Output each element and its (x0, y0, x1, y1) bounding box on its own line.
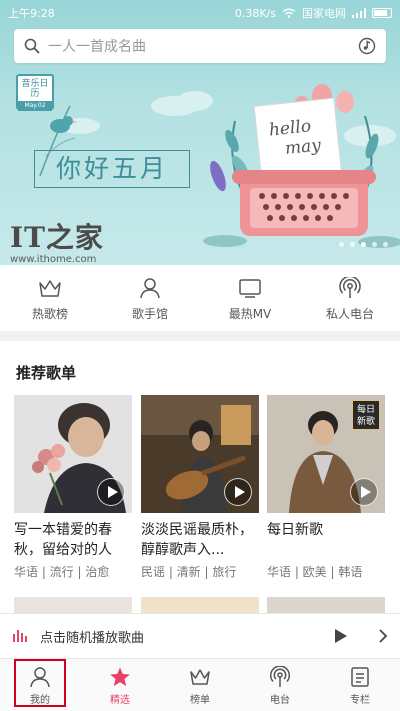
status-bar: 上午9:28 0.38K/s 国家电网 (0, 0, 400, 24)
playlist-cover (14, 395, 132, 513)
tab-label: 专栏 (350, 695, 370, 706)
music-recognize-icon[interactable] (358, 37, 376, 55)
signal-icon (352, 8, 366, 18)
tab-label: 电台 (270, 695, 290, 706)
playlist-cover: 每日新歌 (267, 395, 385, 513)
playlist-title: 写一本错爱的春秋，留给对的人 (14, 522, 112, 558)
playlist-cover (141, 395, 259, 513)
quick-nav-label: 热歌榜 (31, 307, 68, 321)
quick-nav-hot-mv[interactable]: 最热MV (200, 265, 300, 331)
playlist-card[interactable]: 写一本错爱的春秋，留给对的人 华语 | 流行 | 治愈 (14, 395, 132, 580)
quick-nav: 热歌榜 歌手馆 最热MV 私人电台 (0, 265, 400, 331)
calendar-label: 音乐日历 (21, 79, 49, 99)
playlist-tags: 华语 | 流行 | 治愈 (14, 565, 110, 579)
pager-dot (383, 242, 388, 247)
wifi-icon (282, 8, 296, 18)
radio-icon (339, 277, 361, 298)
tab-bar: 我的 精选 榜单 电台 专栏 (0, 658, 400, 711)
pager-dot (339, 242, 344, 247)
battery-icon (372, 8, 392, 18)
search-bar[interactable]: 一人一首成名曲 (14, 29, 386, 63)
quick-nav-label: 私人电台 (325, 307, 374, 321)
playlist-tags: 民谣 | 清新 | 旅行 (141, 565, 237, 579)
quick-nav-private-radio[interactable]: 私人电台 (300, 265, 400, 331)
person-icon (30, 667, 50, 688)
search-icon (24, 38, 40, 54)
radio-icon (269, 666, 291, 687)
quick-nav-label: 最热MV (228, 307, 272, 321)
play-icon[interactable] (97, 478, 125, 506)
tab-radio[interactable]: 电台 (240, 659, 320, 711)
status-time: 上午9:28 (8, 7, 55, 20)
star-icon (110, 667, 130, 686)
play-icon[interactable] (350, 478, 378, 506)
section-divider (0, 331, 400, 341)
playlist-title: 每日新歌 (267, 522, 323, 538)
tab-columns[interactable]: 专栏 (320, 659, 400, 711)
mini-player[interactable]: 点击随机播放歌曲 (0, 613, 400, 658)
pager-dot (372, 242, 377, 247)
tab-label: 榜单 (190, 695, 210, 706)
quick-nav-hot-songs[interactable]: 热歌榜 (0, 265, 100, 331)
tab-charts[interactable]: 榜单 (160, 659, 240, 711)
column-icon (351, 667, 369, 687)
pager-dot (350, 242, 355, 247)
banner-greeting: 你好五月 (34, 150, 190, 188)
playlist-card[interactable]: 淡淡民谣最质朴，醇醇歌声入... 民谣 | 清新 | 旅行 (141, 395, 259, 580)
watermark: IT之家 www.ithome.com (10, 216, 104, 265)
playlist-tags: 华语 | 欧美 | 韩语 (267, 565, 363, 579)
calendar-date: May.02 (18, 101, 52, 111)
tv-icon (239, 279, 261, 298)
pager-dot-active (361, 242, 366, 247)
search-input[interactable]: 一人一首成名曲 (48, 36, 358, 56)
quick-nav-label: 歌手馆 (131, 307, 168, 321)
quick-nav-singers[interactable]: 歌手馆 (100, 265, 200, 331)
chevron-right-icon[interactable] (378, 628, 388, 644)
playlist-card[interactable]: 每日新歌 每日新歌 华语 | 欧美 | 韩语 (267, 395, 385, 580)
playlist-title: 淡淡民谣最质朴，醇醇歌声入... (141, 522, 253, 558)
tab-label: 我的 (30, 695, 50, 706)
watermark-url: www.ithome.com (10, 254, 97, 265)
mini-player-text: 点击随机播放歌曲 (40, 630, 145, 646)
music-calendar-badge: 音乐日历 May.02 (16, 74, 54, 111)
play-icon[interactable] (334, 628, 348, 644)
crown-icon (190, 669, 210, 685)
daily-new-badge: 每日新歌 (352, 400, 380, 430)
person-icon (140, 278, 160, 299)
network-speed: 0.38K/s (234, 6, 276, 20)
tab-featured[interactable]: 精选 (80, 659, 160, 711)
tab-mine[interactable]: 我的 (0, 659, 80, 711)
play-icon[interactable] (224, 478, 252, 506)
card-text: hello may (268, 116, 322, 161)
banner-pager (339, 242, 388, 247)
promo-banner[interactable]: 音乐日历 May.02 hello may 你好五月 IT之家 www.itho… (0, 66, 400, 265)
carrier-name: 国家电网 (302, 7, 346, 20)
crown-icon (39, 280, 61, 297)
music-app-home: 上午9:28 0.38K/s 国家电网 一人一首成名曲 音乐日历 May.02 … (0, 0, 400, 711)
tab-label: 精选 (110, 695, 130, 706)
waveform-icon (13, 630, 27, 642)
watermark-logo: IT之家 (10, 221, 104, 254)
section-title: 推荐歌单 (16, 364, 77, 382)
